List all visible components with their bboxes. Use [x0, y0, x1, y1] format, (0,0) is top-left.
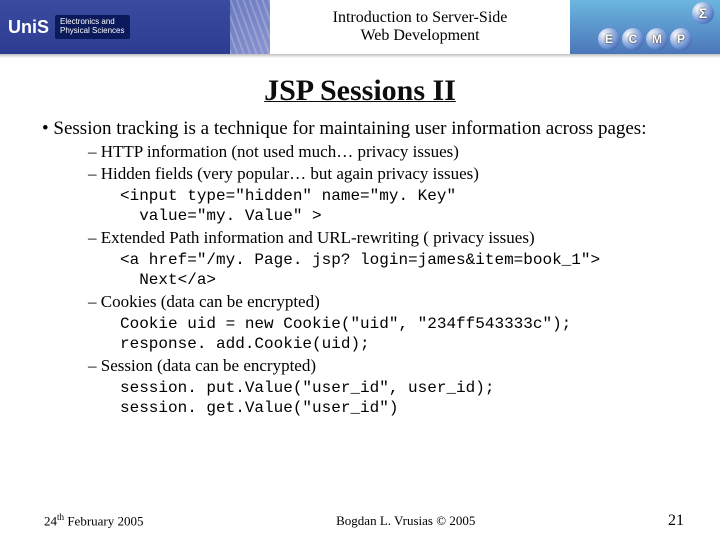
footer-date-rest: February 2005: [64, 513, 143, 528]
footer-date: 24th February 2005: [44, 512, 144, 529]
item-session: Session (data can be encrypted): [101, 356, 316, 375]
header-bar: UniS Electronics and Physical Sciences I…: [0, 0, 720, 54]
code-cookies: Cookie uid = new Cookie("uid", "234ff543…: [120, 314, 678, 354]
dept-line2: Physical Sciences: [60, 27, 124, 36]
orb-row: E C M P: [598, 28, 692, 50]
sub-list: HTTP information (not used much… privacy…: [58, 142, 678, 184]
header-left: UniS Electronics and Physical Sciences: [0, 0, 230, 54]
item-cookies: Cookies (data can be encrypted): [101, 292, 320, 311]
footer: 24th February 2005 Bogdan L. Vrusias © 2…: [0, 512, 720, 530]
course-title-line2: Web Development: [360, 27, 479, 45]
code-hidden: <input type="hidden" name="my. Key" valu…: [120, 186, 678, 226]
header-right: E C M P Σ: [570, 0, 720, 54]
code-session: session. put.Value("user_id", user_id); …: [120, 378, 678, 418]
orb-sigma-icon: Σ: [692, 2, 714, 24]
orb-c-icon: C: [622, 28, 644, 50]
item-url: Extended Path information and URL-rewrit…: [101, 228, 535, 247]
bullet-list: Session tracking is a technique for main…: [42, 118, 678, 418]
footer-date-day: 24: [44, 513, 57, 528]
main-bullet-text: Session tracking is a technique for main…: [53, 118, 646, 139]
header-shadow: [0, 54, 720, 58]
code-url: <a href="/my. Page. jsp? login=james&ite…: [120, 250, 678, 290]
orb-m-icon: M: [646, 28, 668, 50]
item-http: HTTP information (not used much… privacy…: [101, 142, 459, 161]
slide-title: JSP Sessions II: [0, 74, 720, 108]
footer-author: Bogdan L. Vrusias © 2005: [336, 513, 475, 529]
header-center: Introduction to Server-Side Web Developm…: [270, 0, 570, 54]
orb-p-icon: P: [670, 28, 692, 50]
footer-page-number: 21: [668, 512, 684, 530]
department-box: Electronics and Physical Sciences: [55, 15, 129, 39]
orb-e-icon: E: [598, 28, 620, 50]
course-title-line1: Introduction to Server-Side: [333, 9, 508, 27]
sub-list-3: Cookies (data can be encrypted): [58, 292, 678, 312]
content-area: Session tracking is a technique for main…: [0, 108, 720, 418]
sub-list-4: Session (data can be encrypted): [58, 356, 678, 376]
item-hidden: Hidden fields (very popular… but again p…: [101, 164, 479, 183]
sub-list-2: Extended Path information and URL-rewrit…: [58, 228, 678, 248]
building-graphic: [230, 0, 270, 54]
university-logo: UniS: [8, 17, 49, 38]
